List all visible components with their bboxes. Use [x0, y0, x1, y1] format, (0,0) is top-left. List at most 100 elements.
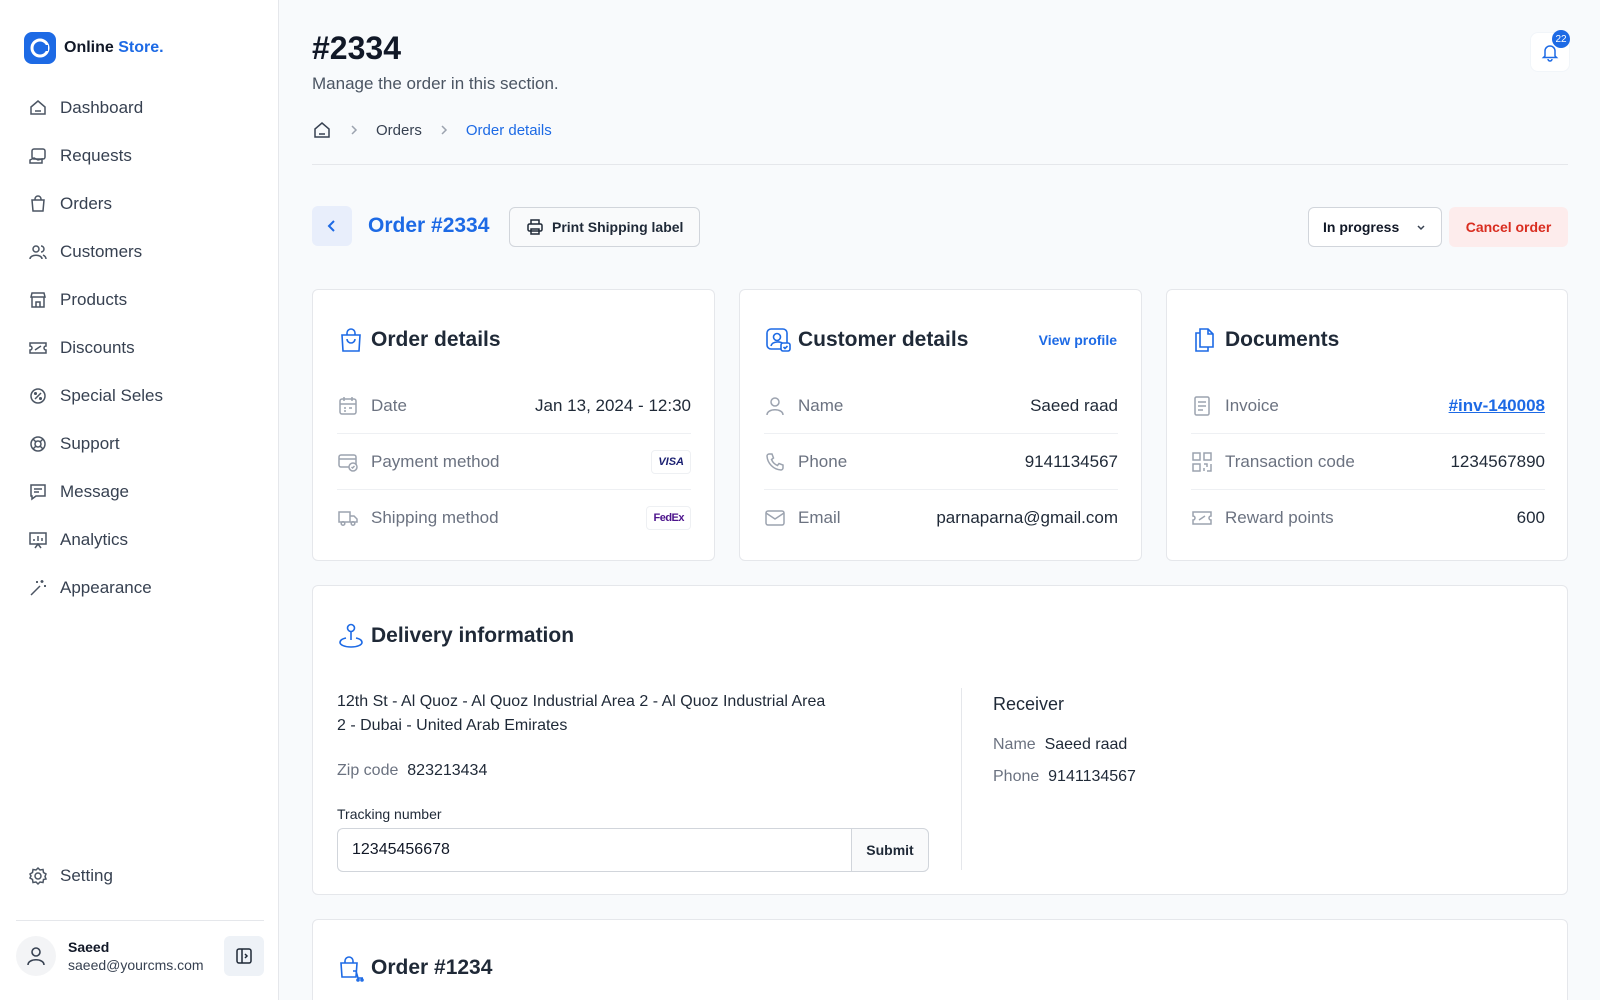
detail-row-phone: Phone 9141134567	[764, 434, 1118, 490]
row-value: parnaparna@gmail.com	[936, 508, 1118, 527]
sidebar-item-customers[interactable]: Customers	[16, 228, 264, 276]
sidebar-item-appearance[interactable]: Appearance	[16, 564, 264, 612]
invoice-icon	[1194, 395, 1210, 416]
user-name: Saeed	[68, 939, 110, 955]
collapse-sidebar-button[interactable]	[224, 936, 264, 976]
sidebar-item-requests[interactable]: Requests	[16, 132, 264, 180]
printer-icon	[527, 219, 543, 235]
zip-code: Zip code 823213434	[337, 762, 487, 780]
brand-name: Online Store.	[64, 39, 164, 56]
sidebar: Online Store. Dashboard Requests Orders …	[0, 0, 279, 1000]
card-header: Order details	[337, 326, 501, 354]
phone-icon	[766, 452, 784, 471]
sidebar-item-label: Setting	[60, 866, 113, 885]
address-line: 12th St - Al Quoz - Al Quoz Industrial A…	[337, 693, 826, 710]
user-email: saeed@yourcms.com	[68, 957, 204, 973]
ticket-icon	[1192, 511, 1212, 525]
mail-icon	[765, 510, 785, 526]
documents-icon	[1195, 328, 1214, 352]
page-title: #2334	[312, 30, 401, 66]
qr-code-icon	[1192, 451, 1212, 472]
users-icon	[29, 245, 47, 260]
chevron-down-icon	[1417, 225, 1425, 231]
receiver-phone-value: 9141134567	[1048, 768, 1136, 785]
notifications-button[interactable]: 22	[1530, 30, 1570, 72]
receiver-name-label: Name	[993, 736, 1036, 753]
lifebuoy-icon	[30, 436, 46, 452]
row-label: Date	[371, 395, 407, 415]
detail-row-reward: Reward points 600	[1191, 490, 1545, 546]
delivery-information-card: Delivery information 12th St - Al Quoz -…	[312, 585, 1568, 895]
brand-logo[interactable]: Online Store.	[24, 32, 164, 64]
page-subtitle: Manage the order in this section.	[312, 74, 559, 93]
order-title: Order #2334	[368, 214, 490, 237]
invoice-link[interactable]: #inv-140008	[1449, 396, 1545, 416]
view-profile-link[interactable]: View profile	[1039, 332, 1117, 348]
chevron-left-icon	[327, 220, 335, 232]
order-details-card: Order details Date Jan 13, 2024 - 12:30 …	[312, 289, 715, 561]
home-icon[interactable]	[312, 120, 332, 140]
back-button[interactable]	[312, 206, 352, 246]
submit-tracking-button[interactable]: Submit	[851, 828, 929, 872]
zip-value: 823213434	[407, 762, 488, 779]
sidebar-item-setting[interactable]: Setting	[16, 852, 264, 900]
order-status-value: In progress	[1323, 219, 1400, 235]
row-value: 600	[1516, 508, 1545, 527]
row-value: 9141134567	[1024, 451, 1118, 471]
sidebar-item-label: Message	[60, 482, 129, 501]
sidebar-item-orders[interactable]: Orders	[16, 180, 264, 228]
tracking-number-group: Submit	[337, 828, 929, 872]
address-line: 2 - Dubai - United Arab Emirates	[337, 717, 568, 734]
receiver-phone: Phone 9141134567	[993, 768, 1136, 786]
sidebar-item-message[interactable]: Message	[16, 468, 264, 516]
chevron-right-icon	[438, 124, 450, 136]
calendar-icon	[339, 396, 357, 415]
row-label: Invoice	[1225, 395, 1279, 415]
location-pin-icon	[339, 623, 363, 648]
wand-icon	[30, 580, 46, 596]
gear-icon	[29, 866, 48, 886]
row-label: Transaction code	[1225, 451, 1355, 471]
sidebar-setting: Setting	[16, 852, 264, 900]
sidebar-item-label: Support	[60, 434, 120, 453]
order-status-select[interactable]: In progress	[1308, 207, 1442, 247]
sidebar-item-products[interactable]: Products	[16, 276, 264, 324]
sidebar-item-dashboard[interactable]: Dashboard	[16, 84, 264, 132]
print-shipping-label-button[interactable]: Print Shipping label	[509, 207, 701, 247]
shopping-cart-bag-icon	[340, 956, 364, 982]
tracking-number-input[interactable]	[337, 828, 851, 872]
sidebar-item-discounts[interactable]: Discounts	[16, 324, 264, 372]
order-items-card: Order #1234	[312, 919, 1568, 1000]
avatar[interactable]	[16, 936, 56, 976]
badge-icon	[30, 388, 46, 404]
header-divider	[312, 164, 1568, 165]
order-details-rows: Date Jan 13, 2024 - 12:30 Payment method…	[337, 378, 691, 546]
row-label: Email	[798, 508, 841, 527]
breadcrumb-orders[interactable]: Orders	[376, 122, 422, 139]
cancel-order-button[interactable]: Cancel order	[1449, 207, 1568, 247]
row-label: Reward points	[1225, 508, 1334, 527]
sidebar-item-label: Requests	[60, 146, 132, 165]
sidebar-item-label: Analytics	[60, 530, 129, 549]
sidebar-item-support[interactable]: Support	[16, 420, 264, 468]
detail-row-invoice: Invoice #inv-140008	[1191, 378, 1545, 434]
sidebar-divider	[16, 920, 264, 921]
detail-row-shipping: Shipping method FedEx	[337, 490, 691, 546]
card-payment-icon	[338, 453, 358, 472]
card-header: Customer details	[764, 326, 968, 354]
receiver-name-value: Saeed raad	[1044, 736, 1128, 753]
sidebar-item-label: Discounts	[60, 338, 135, 357]
message-icon	[30, 484, 46, 501]
sidebar-item-label: Products	[60, 290, 128, 309]
sidebar-toggle-icon	[236, 948, 252, 964]
sidebar-nav: Dashboard Requests Orders Customers Prod…	[16, 84, 264, 612]
detail-row-payment: Payment method VISA	[337, 434, 691, 490]
bag-icon	[31, 195, 45, 212]
row-label: Name	[798, 395, 844, 415]
breadcrumb: Orders Order details	[312, 118, 552, 142]
card-title: Delivery information	[371, 624, 575, 647]
sidebar-item-analytics[interactable]: Analytics	[16, 516, 264, 564]
breadcrumb-current: Order details	[465, 121, 552, 139]
sidebar-item-special-sales[interactable]: Special Seles	[16, 372, 264, 420]
card-title: Order #1234	[371, 956, 493, 979]
